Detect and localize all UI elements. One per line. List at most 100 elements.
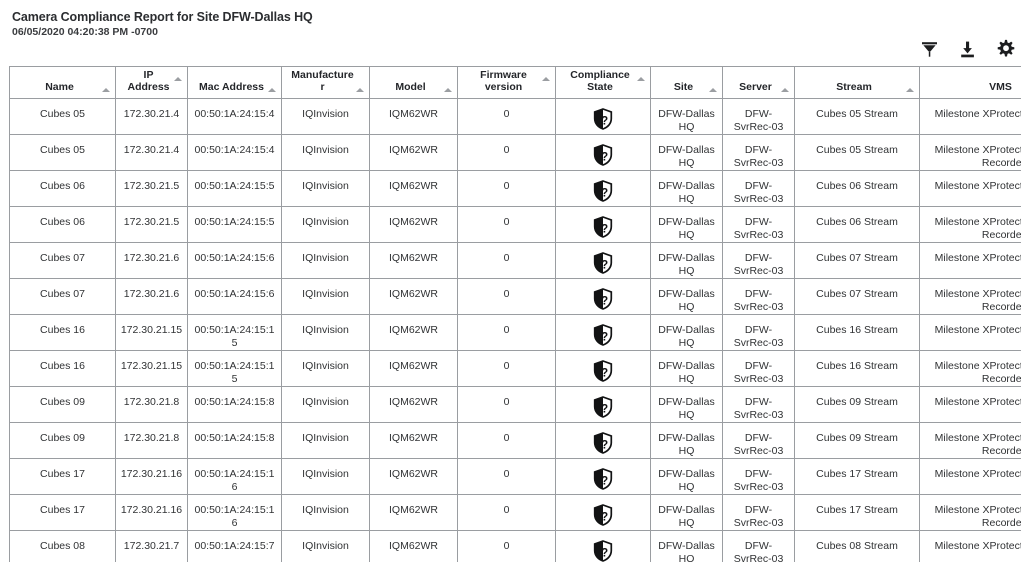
settings-button[interactable]: [994, 38, 1016, 60]
table-row[interactable]: Cubes 08 172.30.21.7 00:50:1A:24:15:7 IQInv…: [9, 530, 1021, 562]
cell-compliance-state: ?: [555, 134, 651, 171]
report-page: Camera Compliance Report for Site DFW-Da…: [0, 0, 1030, 562]
cell-manufacturer: IQInvision: [281, 350, 370, 387]
sort-ascending-icon[interactable]: [268, 88, 276, 92]
download-button[interactable]: [956, 38, 978, 60]
column-header-vms[interactable]: VMS: [919, 66, 1021, 99]
svg-text:?: ?: [601, 403, 608, 415]
svg-text:?: ?: [601, 439, 608, 451]
cell-name: Cubes 17: [9, 494, 116, 531]
cell-mac-address: 00:50:1A:24:15:8: [187, 386, 282, 423]
sort-ascending-icon[interactable]: [637, 77, 645, 81]
filter-icon: [920, 40, 939, 59]
cell-ip-address: 172.30.21.15: [115, 314, 188, 351]
column-header-ip-address[interactable]: IP Address: [115, 66, 188, 99]
report-timestamp: 06/05/2020 04:20:38 PM -0700: [12, 26, 158, 38]
cell-name: Cubes 09: [9, 386, 116, 423]
table-row[interactable]: Cubes 17 172.30.21.16 00:50:1A:24:15:16 IQI…: [9, 458, 1021, 495]
cell-compliance-state: ?: [555, 206, 651, 243]
sort-ascending-icon[interactable]: [709, 88, 717, 92]
column-header-label: Compliance State: [570, 69, 630, 93]
cell-stream: Cubes 16 Stream: [794, 350, 920, 387]
cell-server: DFW-SvrRec-03: [722, 386, 795, 423]
cell-firmware-version: 0: [457, 278, 556, 315]
cell-mac-address: 00:50:1A:24:15:15: [187, 314, 282, 351]
cell-ip-address: 172.30.21.16: [115, 494, 188, 531]
cell-model: IQM62WR: [369, 494, 458, 531]
table-row[interactable]: Cubes 05 172.30.21.4 00:50:1A:24:15:4 IQInv…: [9, 134, 1021, 171]
column-header-server[interactable]: Server: [722, 66, 795, 99]
column-header-label: IP Address: [127, 69, 170, 93]
table-row[interactable]: Cubes 05 172.30.21.4 00:50:1A:24:15:4 IQInv…: [9, 98, 1021, 135]
svg-text:?: ?: [601, 295, 608, 307]
download-icon: [958, 40, 977, 59]
column-header-manufacturer[interactable]: Manufacturer: [281, 66, 370, 99]
sort-ascending-icon[interactable]: [906, 88, 914, 92]
column-header-mac-address[interactable]: Mac Address: [187, 66, 282, 99]
cell-ip-address: 172.30.21.16: [115, 458, 188, 495]
column-header-site[interactable]: Site: [650, 66, 723, 99]
cell-firmware-version: 0: [457, 134, 556, 171]
cell-manufacturer: IQInvision: [281, 98, 370, 135]
cell-ip-address: 172.30.21.5: [115, 206, 188, 243]
cell-vms: Milestone XProtect Corporate Recorder: [919, 134, 1021, 171]
cell-model: IQM62WR: [369, 134, 458, 171]
table-row[interactable]: Cubes 16 172.30.21.15 00:50:1A:24:15:15 IQI…: [9, 350, 1021, 387]
shield-question-icon: ?: [593, 180, 613, 202]
shield-question-icon: ?: [593, 432, 613, 454]
table-row[interactable]: Cubes 06 172.30.21.5 00:50:1A:24:15:5 IQInv…: [9, 206, 1021, 243]
cell-compliance-state: ?: [555, 314, 651, 351]
cell-manufacturer: IQInvision: [281, 530, 370, 562]
cell-vms: Milestone XProtect Corporate: [919, 242, 1021, 279]
sort-ascending-icon[interactable]: [542, 77, 550, 81]
table-row[interactable]: Cubes 06 172.30.21.5 00:50:1A:24:15:5 IQInv…: [9, 170, 1021, 207]
compliance-table-container[interactable]: Name IP Address Mac Address Manufacturer: [9, 66, 1021, 562]
cell-compliance-state: ?: [555, 98, 651, 135]
column-header-compliance-state[interactable]: Compliance State: [555, 66, 651, 99]
cell-vms: Milestone XProtect Corporate Recorder: [919, 422, 1021, 459]
filter-button[interactable]: [918, 38, 940, 60]
table-row[interactable]: Cubes 07 172.30.21.6 00:50:1A:24:15:6 IQInv…: [9, 278, 1021, 315]
sort-ascending-icon[interactable]: [174, 77, 182, 81]
column-header-stream[interactable]: Stream: [794, 66, 920, 99]
cell-server: DFW-SvrRec-03: [722, 206, 795, 243]
cell-server: DFW-SvrRec-03: [722, 98, 795, 135]
column-header-label: Firmware version: [480, 69, 527, 93]
cell-manufacturer: IQInvision: [281, 458, 370, 495]
table-row[interactable]: Cubes 07 172.30.21.6 00:50:1A:24:15:6 IQInv…: [9, 242, 1021, 279]
svg-text:?: ?: [601, 187, 608, 199]
cell-server: DFW-SvrRec-03: [722, 314, 795, 351]
cell-name: Cubes 09: [9, 422, 116, 459]
table-row[interactable]: Cubes 09 172.30.21.8 00:50:1A:24:15:8 IQInv…: [9, 386, 1021, 423]
cell-compliance-state: ?: [555, 458, 651, 495]
cell-mac-address: 00:50:1A:24:15:5: [187, 206, 282, 243]
cell-mac-address: 00:50:1A:24:15:15: [187, 350, 282, 387]
column-header-name[interactable]: Name: [9, 66, 116, 99]
table-row[interactable]: Cubes 17 172.30.21.16 00:50:1A:24:15:16 IQI…: [9, 494, 1021, 531]
cell-manufacturer: IQInvision: [281, 386, 370, 423]
cell-stream: Cubes 09 Stream: [794, 422, 920, 459]
table-row[interactable]: Cubes 09 172.30.21.8 00:50:1A:24:15:8 IQInv…: [9, 422, 1021, 459]
cell-vms: Milestone XProtect Corporate Recorder: [919, 350, 1021, 387]
cell-name: Cubes 07: [9, 278, 116, 315]
cell-mac-address: 00:50:1A:24:15:6: [187, 242, 282, 279]
table-row[interactable]: Cubes 16 172.30.21.15 00:50:1A:24:15:15 IQI…: [9, 314, 1021, 351]
sort-ascending-icon[interactable]: [781, 88, 789, 92]
cell-server: DFW-SvrRec-03: [722, 242, 795, 279]
report-header: Camera Compliance Report for Site DFW-Da…: [12, 10, 712, 39]
sort-ascending-icon[interactable]: [444, 88, 452, 92]
column-header-model[interactable]: Model: [369, 66, 458, 99]
cell-manufacturer: IQInvision: [281, 134, 370, 171]
sort-ascending-icon[interactable]: [102, 88, 110, 92]
cell-model: IQM62WR: [369, 98, 458, 135]
cell-server: DFW-SvrRec-03: [722, 458, 795, 495]
cell-stream: Cubes 16 Stream: [794, 314, 920, 351]
page-title: Camera Compliance Report for Site DFW-Da…: [12, 10, 313, 24]
column-header-firmware-version[interactable]: Firmware version: [457, 66, 556, 99]
cell-server: DFW-SvrRec-03: [722, 530, 795, 562]
table-body: Cubes 05 172.30.21.4 00:50:1A:24:15:4 IQInv…: [9, 98, 1021, 562]
cell-firmware-version: 0: [457, 98, 556, 135]
cell-site: DFW-Dallas HQ: [650, 422, 723, 459]
sort-ascending-icon[interactable]: [356, 88, 364, 92]
cell-vms: Milestone XProtect Corporate: [919, 314, 1021, 351]
